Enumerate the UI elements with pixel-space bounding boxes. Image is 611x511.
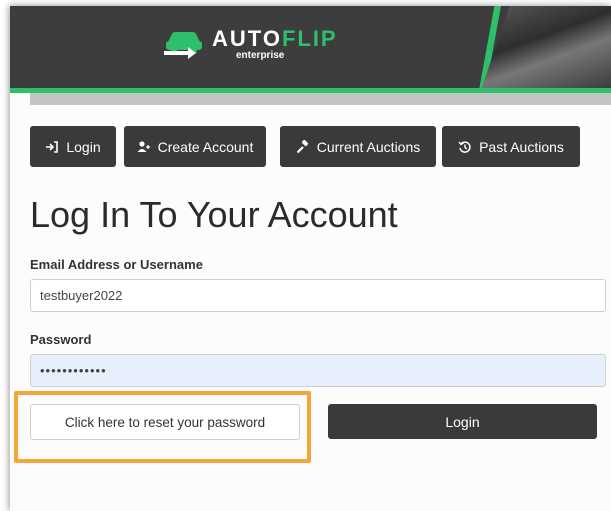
nav-create-account-label: Create Account — [157, 138, 254, 155]
logo-word-auto: AUTO — [212, 25, 282, 51]
page-frame: AUTOFLIP enterprise Login Create Account… — [10, 6, 611, 511]
login-submit-button[interactable]: Login — [328, 404, 597, 439]
nav-login-label: Login — [66, 138, 101, 155]
banner-car-image — [481, 6, 611, 90]
logo-subtitle: enterprise — [236, 49, 285, 61]
nav-past-auctions-button[interactable]: Past Auctions — [442, 126, 580, 167]
header-gray-strip — [30, 93, 611, 105]
gavel-icon — [296, 139, 310, 154]
autoflip-logo[interactable]: AUTOFLIP enterprise — [162, 26, 338, 62]
sign-in-icon — [45, 140, 59, 154]
logo-word-flip: FLIP — [281, 25, 338, 51]
password-label: Password — [30, 332, 92, 347]
email-field[interactable] — [30, 279, 606, 312]
password-field[interactable] — [30, 354, 606, 387]
nav-past-auctions-label: Past Auctions — [479, 138, 564, 155]
header-banner: AUTOFLIP enterprise — [10, 6, 611, 90]
nav-current-auctions-button[interactable]: Current Auctions — [280, 126, 436, 167]
reset-password-button[interactable]: Click here to reset your password — [30, 404, 300, 440]
car-arrow-icon — [164, 32, 202, 59]
history-icon — [458, 140, 472, 154]
nav-current-auctions-label: Current Auctions — [316, 138, 421, 155]
page-title: Log In To Your Account — [30, 194, 398, 235]
email-label: Email Address or Username — [30, 257, 203, 272]
nav-create-account-button[interactable]: Create Account — [124, 126, 266, 167]
nav-login-button[interactable]: Login — [30, 126, 116, 167]
user-plus-icon — [137, 140, 151, 154]
